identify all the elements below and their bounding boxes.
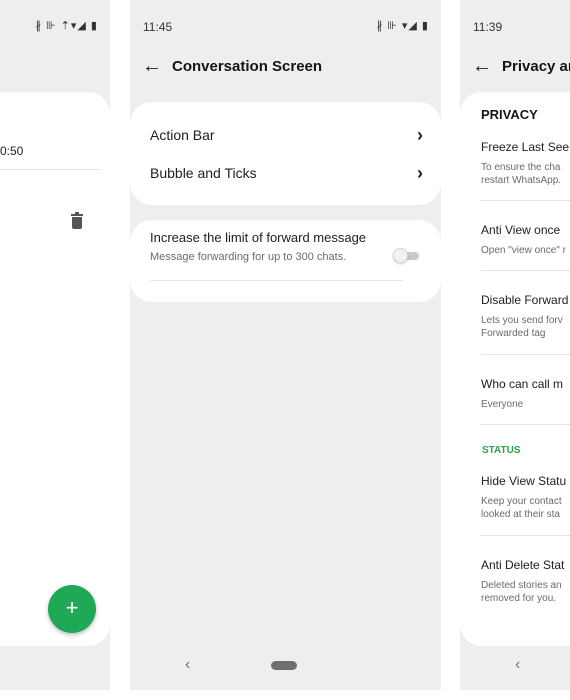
divider <box>150 280 403 281</box>
back-arrow-icon[interactable]: ← <box>472 54 492 78</box>
divider <box>481 535 570 536</box>
divider <box>481 200 570 201</box>
conversation-screen: 11:45 ∦ ⊪ ▾◢ ▮ ← Conversation Screen Act… <box>130 0 441 690</box>
status-icons: ∦ ⊪ ⇡▾◢ ▮ <box>35 20 98 32</box>
nav-item-label: Bubble and Ticks <box>150 165 257 181</box>
forward-limit-card: Increase the limit of forward message Me… <box>130 220 441 302</box>
section-header-status: STATUS <box>482 445 521 456</box>
system-nav-bar: ‹ <box>130 646 441 690</box>
system-nav-bar: ‹ <box>460 646 570 690</box>
status-bar: 11:39 <box>460 0 570 50</box>
left-phone-screen: ∦ ⊪ ⇡▾◢ ▮ 0:50 + <box>0 0 110 690</box>
setting-subtitle: Keep your contact <box>481 496 562 507</box>
divider <box>481 424 570 425</box>
nav-item-bubble-and-ticks[interactable]: Bubble and Ticks › <box>150 158 423 188</box>
page-title: Conversation Screen <box>172 58 323 75</box>
setting-anti-view-once[interactable]: Anti View once <box>481 223 560 237</box>
setting-subtitle: restart WhatsApp. <box>481 175 562 186</box>
app-bar: ← Conversation Screen <box>130 50 441 84</box>
nav-item-label: Action Bar <box>150 127 215 143</box>
setting-subtitle: Message forwarding for up to 300 chats. <box>150 251 347 263</box>
nav-back-button[interactable]: ‹ <box>185 656 190 674</box>
divider <box>0 169 100 170</box>
setting-subtitle: To ensure the cha <box>481 162 561 173</box>
divider <box>481 270 570 271</box>
setting-anti-delete-status[interactable]: Anti Delete Stat <box>481 558 564 572</box>
home-pill[interactable] <box>271 661 297 670</box>
setting-subtitle: removed for you. <box>481 593 557 604</box>
back-arrow-icon[interactable]: ← <box>142 54 162 78</box>
setting-subtitle: Everyone <box>481 399 524 410</box>
setting-subtitle: Deleted stories an <box>481 580 562 591</box>
trash-icon[interactable] <box>71 212 83 229</box>
setting-subtitle: looked at their sta <box>481 509 560 520</box>
status-bar: ∦ ⊪ ⇡▾◢ ▮ <box>0 0 110 50</box>
status-time: 11:39 <box>473 20 503 34</box>
setting-subtitle: Forwarded tag <box>481 328 546 339</box>
section-header-privacy: PRIVACY <box>481 107 538 122</box>
nav-card: Action Bar › Bubble and Ticks › <box>130 102 441 205</box>
content-card: 0:50 <box>0 92 110 646</box>
setting-subtitle: Lets you send forv <box>481 315 563 326</box>
status-icons: ∦ ⊪ ▾◢ ▮ <box>376 20 429 32</box>
plus-icon: + <box>65 595 79 620</box>
setting-freeze-last-seen[interactable]: Freeze Last See <box>481 140 569 154</box>
nav-item-action-bar[interactable]: Action Bar › <box>150 120 423 150</box>
chevron-right-icon: › <box>417 124 423 145</box>
setting-hide-view-status[interactable]: Hide View Statu <box>481 474 566 488</box>
privacy-screen: 11:39 ← Privacy ar PRIVACY Freeze Last S… <box>460 0 570 690</box>
setting-subtitle: Open "view once" r <box>481 245 566 256</box>
setting-who-can-call[interactable]: Who can call m <box>481 377 563 391</box>
add-button[interactable]: + <box>48 585 96 633</box>
status-bar: 11:45 ∦ ⊪ ▾◢ ▮ <box>130 0 441 50</box>
page-title: Privacy ar <box>502 58 570 75</box>
forward-limit-toggle[interactable] <box>393 248 419 263</box>
chevron-right-icon: › <box>417 162 423 183</box>
status-time: 11:45 <box>143 20 173 34</box>
setting-disable-forwarded[interactable]: Disable Forward <box>481 293 568 307</box>
item-time: 0:50 <box>0 144 24 158</box>
nav-back-button[interactable]: ‹ <box>515 656 520 674</box>
app-bar: ← Privacy ar <box>460 50 570 84</box>
divider <box>481 354 570 355</box>
setting-title: Increase the limit of forward message <box>150 230 367 245</box>
privacy-card: PRIVACY Freeze Last See To ensure the ch… <box>460 92 570 646</box>
